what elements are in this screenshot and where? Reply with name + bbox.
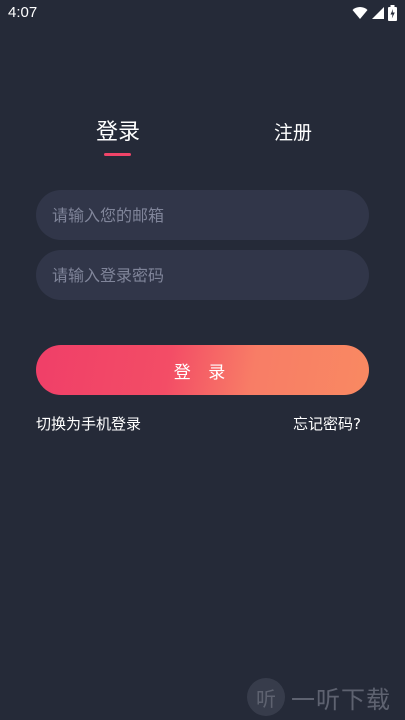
password-field[interactable] bbox=[36, 250, 369, 300]
tab-register[interactable]: 注册 bbox=[270, 118, 316, 145]
email-field-container bbox=[36, 190, 369, 240]
switch-to-phone-login-link[interactable]: 切换为手机登录 bbox=[36, 413, 141, 434]
forgot-password-link[interactable]: 忘记密码? bbox=[293, 413, 361, 434]
wifi-icon bbox=[352, 6, 368, 20]
status-time: 4:07 bbox=[8, 4, 38, 21]
status-bar: 4:07 bbox=[0, 0, 405, 28]
login-screen: 4:07 登录 注册 登 录 切换为手机登录 忘记密码? 听 一听下载 bbox=[0, 0, 405, 720]
status-icons bbox=[352, 5, 397, 21]
signal-icon bbox=[372, 7, 384, 19]
password-field-container bbox=[36, 250, 369, 300]
login-button[interactable]: 登 录 bbox=[36, 345, 369, 395]
watermark-text: 一听下载 bbox=[291, 685, 391, 714]
active-tab-indicator bbox=[104, 153, 131, 156]
email-field[interactable] bbox=[36, 190, 369, 240]
battery-icon bbox=[388, 5, 397, 21]
watermark-logo-icon: 听 bbox=[247, 678, 285, 716]
watermark: 听 一听下载 bbox=[247, 678, 391, 716]
tab-login[interactable]: 登录 bbox=[90, 114, 146, 146]
